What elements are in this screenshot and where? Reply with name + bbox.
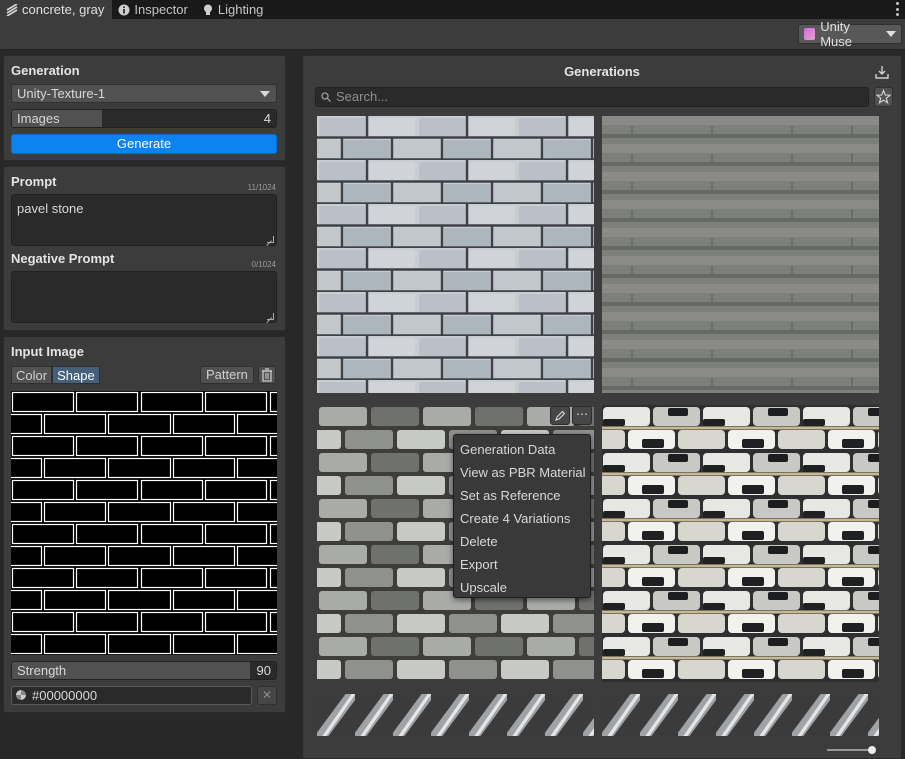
resize-handle-icon[interactable] [267, 313, 274, 320]
trash-icon [262, 368, 272, 382]
images-slider[interactable]: Images 4 [11, 109, 277, 128]
input-shape-preview[interactable] [11, 391, 277, 655]
strength-slider[interactable]: Strength 90 [11, 661, 277, 680]
menu-item-set-reference[interactable]: Set as Reference [454, 484, 590, 507]
edit-button[interactable] [550, 406, 570, 425]
mode-color[interactable]: Color [11, 366, 53, 384]
strength-label: Strength [17, 663, 67, 678]
tab-label: Lighting [217, 2, 264, 17]
input-image-panel: Input Image Color Shape Pattern Strength… [3, 336, 286, 713]
model-value: Unity-Texture-1 [17, 86, 106, 101]
tile-context-menu: Generation Data View as PBR Material Set… [453, 434, 591, 598]
strength-value: 90 [256, 663, 271, 678]
toolbar: Unity Muse [0, 19, 905, 50]
favorites-button[interactable] [874, 87, 893, 107]
delete-input-button[interactable] [258, 366, 276, 384]
brick-pattern-image [11, 391, 277, 655]
prompt-counter: 11/1024 [247, 183, 276, 192]
search-input[interactable]: Search... [315, 87, 869, 107]
prompt-panel: Prompt 11/1024 pavel stone Negative Prom… [3, 166, 286, 331]
unity-muse-dropdown[interactable]: Unity Muse [798, 19, 902, 49]
bulb-icon [203, 4, 212, 15]
clear-color-button[interactable]: ✕ [257, 686, 277, 705]
menu-item-delete[interactable]: Delete [454, 530, 590, 553]
generation-tile[interactable] [602, 405, 879, 682]
kebab-menu-icon[interactable] [895, 2, 899, 16]
color-swatch-icon [16, 690, 26, 700]
negative-prompt-textarea[interactable] [11, 271, 277, 323]
diagonal-metal-texture [317, 694, 594, 736]
more-button[interactable]: ⋯ [572, 406, 592, 425]
generation-title: Generation [11, 63, 80, 78]
color-value: #00000000 [32, 688, 98, 703]
chevron-down-icon [886, 31, 896, 37]
tab-bar: concrete, gray Inspector Lighting [0, 0, 905, 19]
tile-actions: ⋯ [550, 406, 592, 425]
more-icon: ⋯ [576, 407, 588, 421]
generations-title: Generations [564, 64, 640, 79]
prompt-title: Prompt [11, 174, 57, 189]
prompt-value: pavel stone [17, 201, 84, 216]
tab-lighting[interactable]: Lighting [196, 0, 272, 19]
gray-horizontal-stone-texture [602, 116, 879, 393]
download-icon[interactable] [875, 65, 889, 79]
black-white-stone-texture [602, 405, 879, 682]
menu-item-view-pbr[interactable]: View as PBR Material [454, 461, 590, 484]
tab-label: Inspector [134, 2, 188, 17]
tab-label: concrete, gray [22, 2, 105, 17]
menu-item-generation-data[interactable]: Generation Data [454, 438, 590, 461]
light-gray-brick-texture [317, 116, 594, 393]
diagonal-metal-texture [602, 694, 879, 736]
edit-icon [555, 410, 566, 421]
generation-tile[interactable] [317, 116, 594, 393]
input-mode-toggle: Color Shape [11, 366, 100, 384]
muse-logo-icon [804, 28, 816, 40]
images-value: 4 [263, 111, 271, 126]
unity-muse-label: Unity Muse [820, 19, 853, 49]
chevron-down-icon [260, 91, 270, 97]
mode-shape[interactable]: Shape [52, 366, 100, 384]
menu-item-create-variations[interactable]: Create 4 Variations [454, 507, 590, 530]
info-icon [118, 4, 130, 15]
images-label: Images [17, 111, 60, 126]
generation-tile[interactable] [602, 694, 879, 736]
material-icon [6, 3, 18, 16]
menu-item-upscale[interactable]: Upscale [454, 576, 590, 599]
negative-prompt-title: Negative Prompt [11, 251, 115, 266]
tab-material[interactable]: concrete, gray [0, 0, 113, 19]
search-icon [321, 92, 331, 102]
close-icon: ✕ [261, 688, 273, 702]
star-icon [875, 89, 892, 105]
search-placeholder: Search... [336, 89, 389, 104]
generation-tile[interactable] [602, 116, 879, 393]
thumbnail-size-slider[interactable] [827, 749, 871, 751]
menu-item-export[interactable]: Export [454, 553, 590, 576]
pattern-button[interactable]: Pattern [200, 366, 254, 384]
model-dropdown[interactable]: Unity-Texture-1 [11, 84, 277, 103]
generation-panel: Generation Unity-Texture-1 Images 4 Gene… [3, 55, 286, 161]
prompt-textarea[interactable]: pavel stone [11, 194, 277, 246]
negative-prompt-counter: 0/1024 [251, 260, 276, 269]
tab-inspector[interactable]: Inspector [112, 0, 195, 19]
input-image-title: Input Image [11, 344, 84, 359]
generations-panel: Generations Search... ⋯ [302, 55, 902, 759]
color-input[interactable]: #00000000 [11, 686, 252, 705]
resize-handle-icon[interactable] [267, 236, 274, 243]
generation-tile[interactable] [317, 694, 594, 736]
generate-button[interactable]: Generate [11, 134, 277, 154]
thumbnail-size-handle[interactable] [868, 746, 876, 754]
